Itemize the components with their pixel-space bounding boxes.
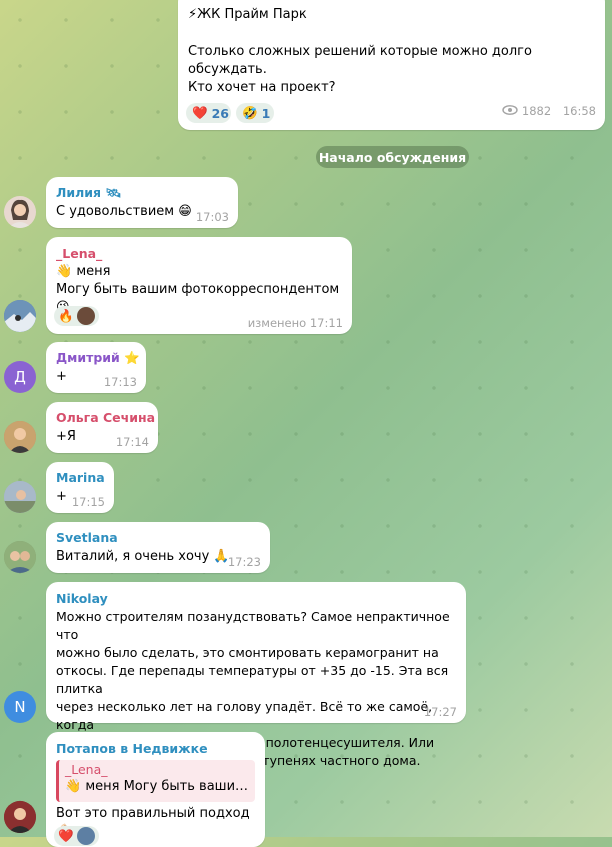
message-text: С удовольствием 😁 bbox=[56, 204, 192, 219]
message-author[interactable]: Лилия 🛰 bbox=[56, 185, 121, 201]
message-text: +Я bbox=[56, 429, 76, 444]
message-bubble[interactable]: Marina + 17:15 bbox=[46, 462, 114, 513]
post-meta: 1882 16:58 bbox=[502, 104, 596, 119]
message-text: + bbox=[56, 369, 67, 384]
post-time: 16:58 bbox=[562, 103, 596, 118]
reactor-avatar bbox=[76, 307, 95, 325]
heart-icon: ❤️ bbox=[58, 828, 74, 843]
message-bubble[interactable]: _Lena_ 👋 меня Могу быть вашим фотокоррес… bbox=[46, 237, 352, 334]
reaction-heart[interactable]: ❤️ bbox=[54, 826, 99, 846]
message-bubble[interactable]: Ольга Сечина +Я 17:14 bbox=[46, 402, 158, 453]
reply-author: _Lena_ bbox=[65, 762, 108, 777]
avatar[interactable] bbox=[4, 300, 36, 332]
reaction-laugh-count: 1 bbox=[261, 105, 271, 121]
avatar[interactable]: N bbox=[4, 691, 36, 723]
avatar[interactable] bbox=[4, 421, 36, 453]
message-author[interactable]: Дмитрий ⭐ bbox=[56, 350, 140, 366]
avatar[interactable] bbox=[4, 196, 36, 228]
post-title: ⚡ЖК Прайм Парк bbox=[188, 7, 307, 22]
message-bubble[interactable]: Потапов в Недвижке _Lena_ 👋 меня Могу бы… bbox=[46, 732, 265, 847]
message-bubble[interactable]: Дмитрий ⭐ + 17:13 bbox=[46, 342, 146, 393]
message-text: Виталий, я очень хочу 🙏 bbox=[56, 549, 230, 564]
laugh-icon: 🤣 bbox=[242, 105, 258, 120]
discussion-start-label: Начало обсуждения bbox=[316, 146, 469, 168]
reaction-laugh[interactable]: 🤣 1 bbox=[236, 103, 274, 123]
avatar[interactable] bbox=[4, 801, 36, 833]
message-bubble[interactable]: Svetlana Виталий, я очень хочу 🙏 17:23 bbox=[46, 522, 270, 573]
message-author[interactable]: Marina bbox=[56, 470, 105, 486]
avatar[interactable]: Д bbox=[4, 361, 36, 393]
post-text-line2: Кто хочет на проект? bbox=[188, 80, 336, 95]
message-author[interactable]: _Lena_ bbox=[56, 246, 102, 262]
message-author[interactable]: Nikolay bbox=[56, 591, 108, 607]
message-author[interactable]: Svetlana bbox=[56, 530, 118, 546]
message-time: 17:14 bbox=[115, 435, 149, 449]
heart-icon: ❤️ bbox=[192, 105, 208, 120]
eye-icon bbox=[502, 104, 518, 118]
post-text-line1: Столько сложных решений которые можно до… bbox=[188, 44, 537, 77]
message-time: 17:27 bbox=[423, 705, 457, 719]
avatar[interactable] bbox=[4, 481, 36, 513]
message-text: + bbox=[56, 489, 67, 504]
message-bubble[interactable]: Лилия 🛰 С удовольствием 😁 17:03 bbox=[46, 177, 238, 228]
message-author[interactable]: Ольга Сечина bbox=[56, 410, 155, 426]
message-time: 17:13 bbox=[103, 375, 137, 389]
avatar[interactable] bbox=[4, 541, 36, 573]
message-time: 17:03 bbox=[195, 210, 229, 224]
reactor-avatar bbox=[76, 827, 95, 845]
reaction-heart-count: 26 bbox=[211, 105, 229, 121]
message-time: изменено 17:11 bbox=[247, 316, 343, 330]
channel-post[interactable]: ⚡ЖК Прайм Парк Столько сложных решений к… bbox=[178, 0, 605, 130]
message-author[interactable]: Потапов в Недвижке bbox=[56, 741, 208, 757]
reply-quote[interactable]: _Lena_ 👋 меня Могу быть ваши… bbox=[56, 760, 255, 802]
reaction-heart[interactable]: ❤️ 26 bbox=[186, 103, 231, 123]
message-bubble[interactable]: Nikolay Можно строителям позанудствовать… bbox=[46, 582, 466, 768]
reply-text: 👋 меня Могу быть ваши… bbox=[65, 779, 249, 794]
fire-icon: 🔥 bbox=[58, 308, 74, 323]
reaction-fire[interactable]: 🔥 bbox=[54, 306, 99, 326]
message-time: 17:15 bbox=[71, 495, 105, 509]
message-text: 👋 меня Могу быть вашим фотокорреспондент… bbox=[56, 264, 340, 315]
message-time: 17:23 bbox=[227, 555, 261, 569]
post-views: 1882 bbox=[521, 103, 552, 118]
